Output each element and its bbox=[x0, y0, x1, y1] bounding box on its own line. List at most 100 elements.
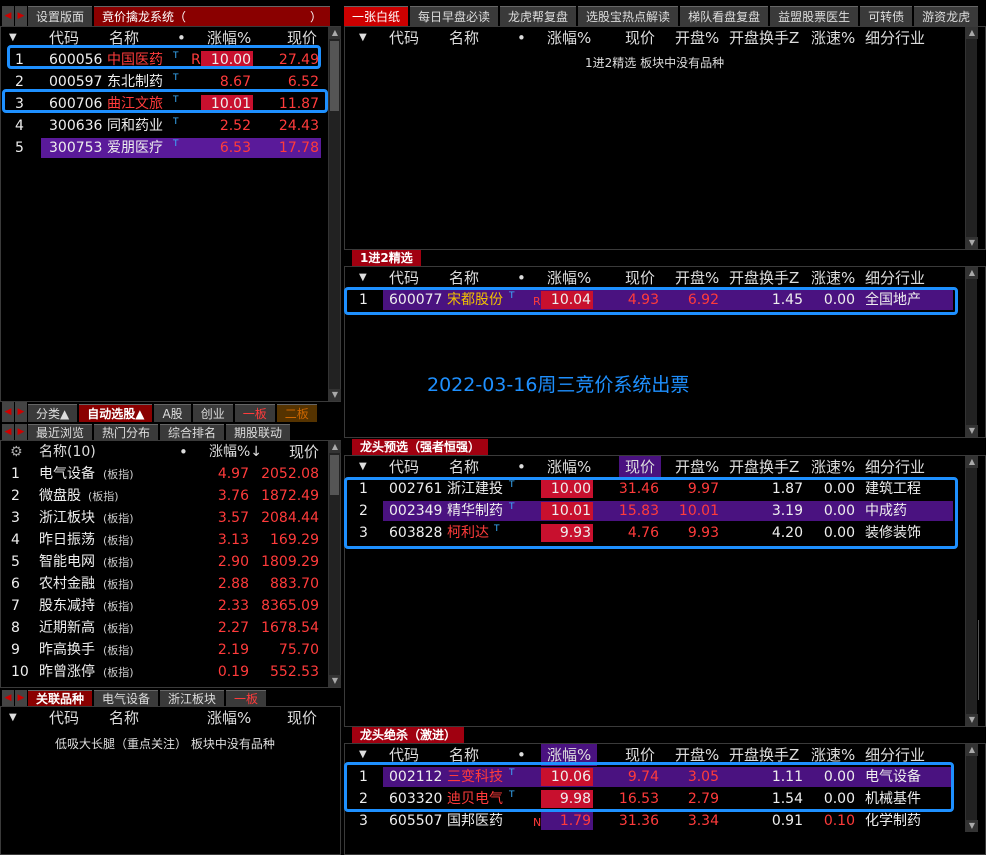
sort-arrow-icon[interactable]: ▼ bbox=[359, 27, 367, 49]
mid-scroll-left-button[interactable]: ◀ bbox=[2, 402, 14, 422]
lm-scroll-thumb[interactable] bbox=[330, 455, 339, 495]
col-header[interactable]: 细分行业 bbox=[865, 456, 925, 478]
lm-col-name[interactable]: 名称(10) bbox=[39, 441, 96, 463]
col-header[interactable]: 代码 bbox=[389, 27, 419, 49]
lt-scrollbar[interactable]: ▲ ▼ bbox=[328, 27, 341, 401]
col-header[interactable]: 现价 bbox=[619, 456, 662, 478]
tab-futures-link[interactable]: 期股联动 bbox=[226, 424, 291, 440]
mid2-scroll-left-button[interactable]: ◀ bbox=[2, 424, 14, 440]
col-header[interactable]: • bbox=[517, 456, 526, 478]
tab-second-board[interactable]: 二板 bbox=[276, 404, 317, 422]
lm-col-change[interactable]: 涨幅%↓ bbox=[209, 441, 262, 463]
col-header[interactable]: 涨速% bbox=[811, 27, 855, 49]
tab-hotspot[interactable]: 选股宝热点解读 bbox=[578, 6, 679, 26]
sort-arrow-icon[interactable]: ▼ bbox=[359, 267, 367, 289]
col-header[interactable]: 名称 bbox=[449, 267, 479, 289]
tab-first-board-2[interactable]: 一板 bbox=[226, 690, 267, 706]
tab-echelon-review[interactable]: 梯队看盘复盘 bbox=[680, 6, 769, 26]
sort-arrow-icon[interactable]: ▼ bbox=[9, 707, 17, 729]
lm-scrollbar[interactable]: ▲ ▼ bbox=[328, 441, 341, 687]
scroll-up-icon[interactable]: ▲ bbox=[966, 744, 978, 756]
scroll-down-icon[interactable]: ▼ bbox=[329, 389, 341, 401]
tab-related[interactable]: 关联品种 bbox=[28, 690, 93, 706]
r2-scrollbar[interactable]: ▲ ▼ bbox=[965, 267, 978, 437]
col-header[interactable]: 开盘换手Z bbox=[729, 456, 799, 478]
tab-recent[interactable]: 最近浏览 bbox=[28, 424, 93, 440]
gear-icon[interactable]: ⚙ bbox=[10, 441, 23, 463]
tab-first-board[interactable]: 一板 bbox=[234, 404, 275, 422]
sort-arrow-icon[interactable]: ▼ bbox=[359, 456, 367, 478]
table-row[interactable]: 3605507国邦医药TN1.7931.363.340.910.10化学制药 bbox=[345, 810, 965, 832]
tab-bidding-system[interactable]: 竟价擒龙系统（ ） bbox=[94, 6, 331, 26]
list-item[interactable]: 8 近期新高 (板指) 2.27 1678.54 bbox=[1, 617, 329, 639]
col-header[interactable]: 涨速% bbox=[811, 267, 855, 289]
list-item[interactable]: 10 昨曾涨停 (板指) 0.19 552.53 bbox=[1, 661, 329, 683]
col-header[interactable]: 现价 bbox=[625, 267, 655, 289]
scroll-up-icon[interactable]: ▲ bbox=[966, 267, 978, 279]
mid2-scroll-right-button[interactable]: ▶ bbox=[15, 424, 27, 440]
scroll-down-icon[interactable]: ▼ bbox=[329, 675, 341, 687]
tab-blank-paper[interactable]: 一张白纸 bbox=[344, 6, 409, 26]
col-header[interactable]: 开盘% bbox=[675, 267, 719, 289]
col-header[interactable]: 涨幅% bbox=[547, 456, 591, 478]
table-row[interactable]: 4 300636 同和药业 T 2.52 24.43 bbox=[1, 115, 329, 137]
lb-col-change[interactable]: 涨幅% bbox=[207, 707, 251, 729]
tab-convertible-bond[interactable]: 可转债 bbox=[860, 6, 913, 26]
bottom-scroll-right-button[interactable]: ▶ bbox=[15, 690, 27, 706]
list-item[interactable]: 3 浙江板块 (板指) 3.57 2084.44 bbox=[1, 507, 329, 529]
tab-a-share[interactable]: A股 bbox=[154, 404, 191, 422]
col-header[interactable]: • bbox=[517, 267, 526, 289]
table-row[interactable]: 5 300753 爱朋医疗 T 6.53 17.78 bbox=[1, 137, 329, 159]
lb-col-price[interactable]: 现价 bbox=[287, 707, 317, 729]
list-item[interactable]: 7 股东减持 (板指) 2.33 8365.09 bbox=[1, 595, 329, 617]
tab-auto-select[interactable]: 自动选股▲ bbox=[79, 404, 153, 422]
mid-scroll-right-button[interactable]: ▶ bbox=[15, 402, 27, 422]
list-item[interactable]: 5 智能电网 (板指) 2.90 1809.29 bbox=[1, 551, 329, 573]
tab-hot-money[interactable]: 游资龙虎 bbox=[914, 6, 979, 26]
scroll-up-icon[interactable]: ▲ bbox=[329, 27, 341, 39]
col-header[interactable]: 细分行业 bbox=[865, 267, 925, 289]
col-header[interactable]: 代码 bbox=[389, 456, 419, 478]
scroll-down-icon[interactable]: ▼ bbox=[966, 425, 978, 437]
col-header[interactable]: 开盘换手Z bbox=[729, 27, 799, 49]
tab-dragon-tiger-review[interactable]: 龙虎帮复盘 bbox=[500, 6, 577, 26]
list-item[interactable]: 9 昨高换手 (板指) 2.19 75.70 bbox=[1, 639, 329, 661]
col-header[interactable]: 名称 bbox=[449, 456, 479, 478]
list-item[interactable]: 2 微盘股 (板指) 3.76 1872.49 bbox=[1, 485, 329, 507]
tab-category[interactable]: 分类▲ bbox=[28, 404, 78, 422]
bottom-scroll-left-button[interactable]: ◀ bbox=[2, 690, 14, 706]
scroll-up-icon[interactable]: ▲ bbox=[966, 27, 978, 39]
tab-layout-settings[interactable]: 设置版面 bbox=[28, 6, 93, 26]
list-item[interactable]: 6 农村金融 (板指) 2.88 883.70 bbox=[1, 573, 329, 595]
scroll-up-icon[interactable]: ▲ bbox=[966, 456, 978, 468]
col-header[interactable]: 开盘% bbox=[675, 456, 719, 478]
lb-col-name[interactable]: 名称 bbox=[109, 707, 139, 729]
tab-chinext[interactable]: 创业 bbox=[192, 404, 233, 422]
tab-scroll-left-button[interactable]: ◀ bbox=[2, 6, 14, 26]
tab-zhejiang[interactable]: 浙江板块 bbox=[160, 690, 225, 706]
scroll-down-icon[interactable]: ▼ bbox=[966, 714, 978, 726]
tab-hot-distribution[interactable]: 热门分布 bbox=[94, 424, 159, 440]
col-header[interactable]: 涨速% bbox=[811, 456, 855, 478]
lm-col-price[interactable]: 现价 bbox=[289, 441, 319, 463]
col-header[interactable]: 细分行业 bbox=[865, 27, 925, 49]
tab-composite-rank[interactable]: 综合排名 bbox=[160, 424, 225, 440]
lb-col-code[interactable]: 代码 bbox=[49, 707, 79, 729]
r3-scrollbar[interactable]: ▲ ▼ bbox=[965, 456, 978, 726]
tab-morning-read[interactable]: 每日早盘必读 bbox=[410, 6, 499, 26]
scroll-down-icon[interactable]: ▼ bbox=[966, 237, 978, 249]
scroll-down-icon[interactable]: ▼ bbox=[966, 820, 978, 832]
r4-scrollbar[interactable]: ▲ ▼ bbox=[965, 744, 978, 832]
list-item[interactable]: 4 昨日振荡 (板指) 3.13 169.29 bbox=[1, 529, 329, 551]
lt-scroll-thumb[interactable] bbox=[330, 41, 339, 111]
tab-electrical[interactable]: 电气设备 bbox=[94, 690, 159, 706]
col-header[interactable]: 现价 bbox=[625, 27, 655, 49]
r1-scrollbar[interactable]: ▲ ▼ bbox=[965, 27, 978, 249]
tab-scroll-right-button[interactable]: ▶ bbox=[15, 6, 27, 26]
col-header[interactable]: 开盘换手Z bbox=[729, 267, 799, 289]
tab-stock-doctor[interactable]: 益盟股票医生 bbox=[770, 6, 859, 26]
col-header[interactable]: 名称 bbox=[449, 27, 479, 49]
col-header[interactable]: 代码 bbox=[389, 267, 419, 289]
col-header[interactable]: 涨幅% bbox=[547, 27, 591, 49]
list-item[interactable]: 1 电气设备 (板指) 4.97 2052.08 bbox=[1, 463, 329, 485]
